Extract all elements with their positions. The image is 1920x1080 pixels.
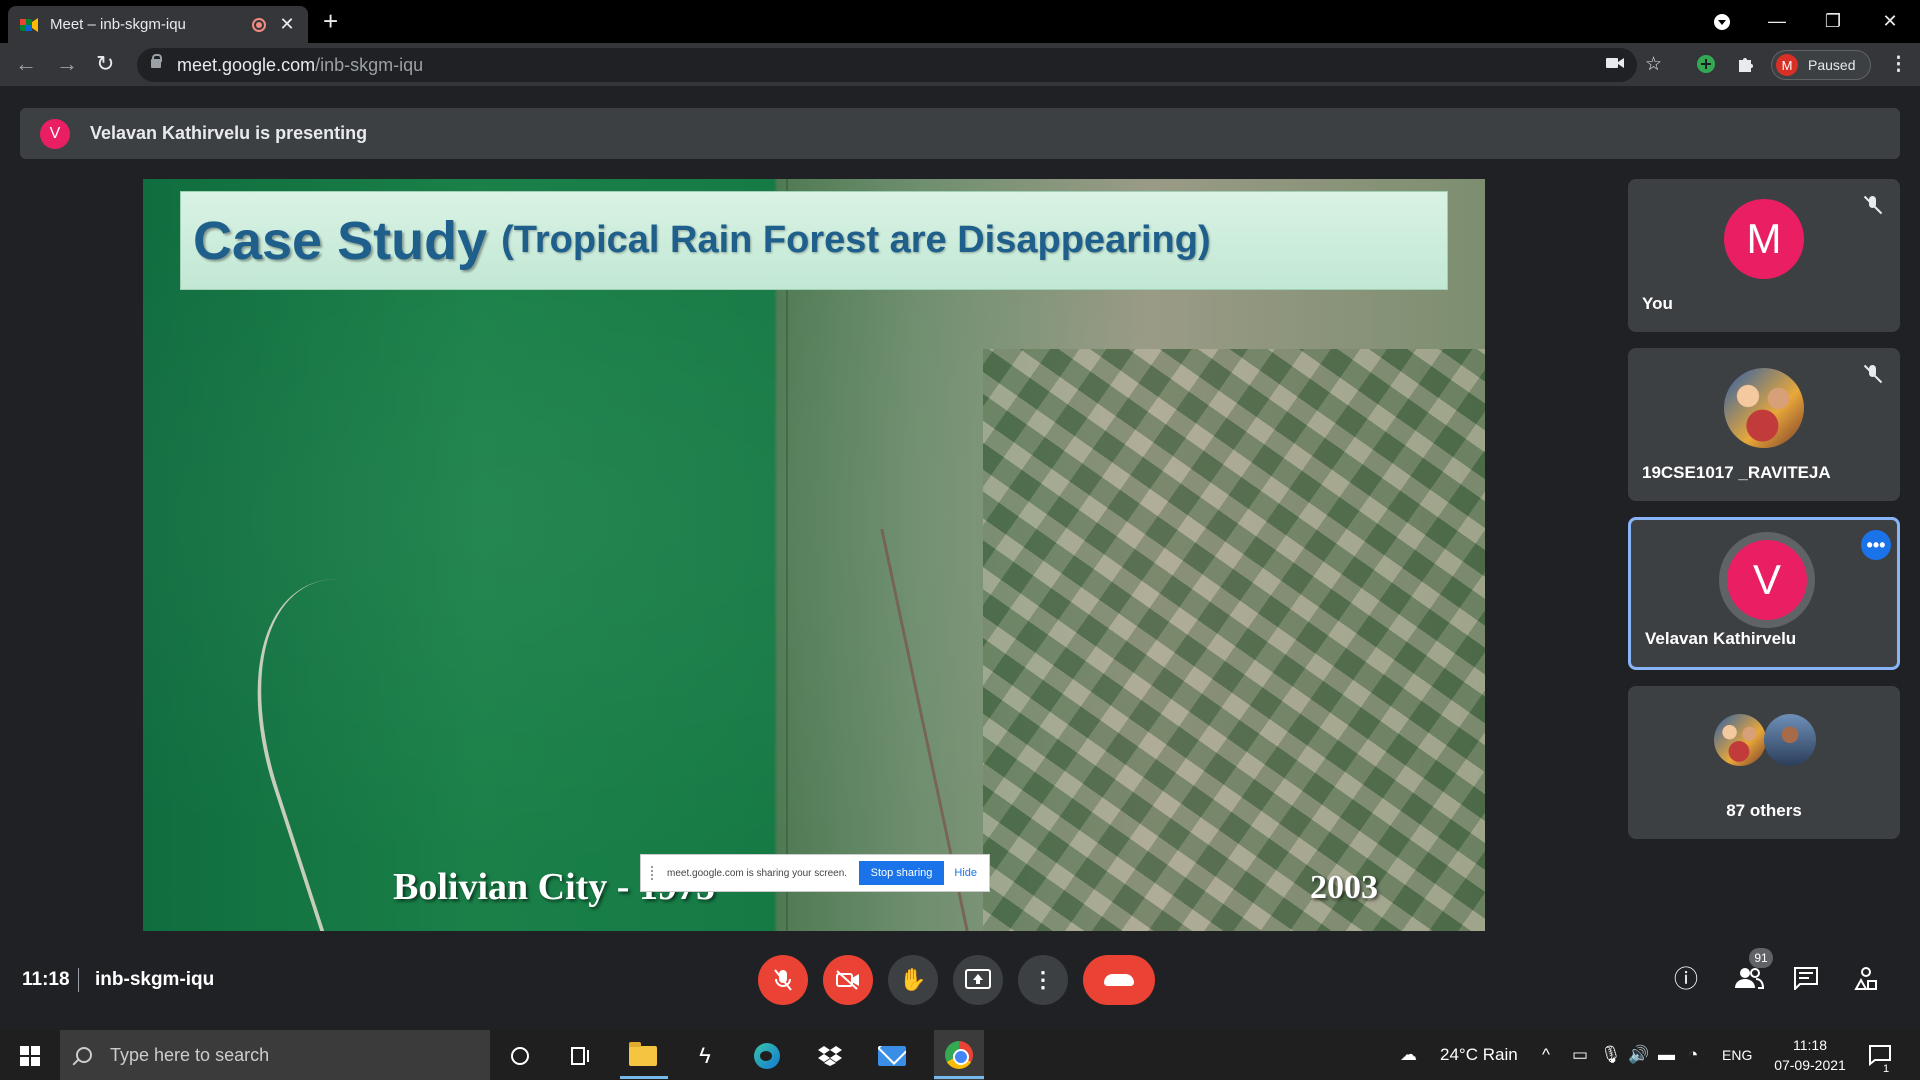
cortana-icon[interactable]	[500, 1040, 540, 1072]
presenting-text: Velavan Kathirvelu is presenting	[90, 123, 368, 143]
mail-icon[interactable]	[872, 1040, 912, 1072]
meeting-details-icon[interactable]: ⓘ	[1674, 966, 1698, 994]
caption-right: 2003	[1310, 869, 1378, 906]
participant-avatar: M	[1724, 199, 1804, 279]
slide-title-box: Case Study (Tropical Rain Forest are Dis…	[180, 191, 1448, 290]
chrome-active-indicator	[934, 1076, 984, 1079]
raise-hand-button[interactable]: ✋	[888, 955, 938, 1005]
microphone-tray-icon[interactable]: 🎙	[1600, 1044, 1622, 1066]
profile-button[interactable]: M Paused	[1771, 50, 1871, 80]
meeting-clock: 11:18	[22, 969, 70, 990]
divider	[78, 968, 79, 992]
shared-screen: Case Study (Tropical Rain Forest are Dis…	[143, 179, 1485, 931]
others-count: 87 others	[1726, 801, 1802, 820]
deforested-area	[983, 349, 1485, 931]
url-path: /inb-skgm-iqu	[315, 54, 424, 75]
chat-icon[interactable]	[1793, 966, 1819, 997]
profile-status: Paused	[1808, 57, 1856, 73]
reload-button[interactable]: ↻	[96, 52, 114, 76]
explorer-active-indicator	[620, 1076, 668, 1079]
meet-favicon-icon	[20, 17, 38, 33]
show-hidden-icons-icon[interactable]: ^	[1542, 1044, 1550, 1066]
participant-name: 19CSE1017 _RAVITEJA	[1642, 463, 1831, 482]
minimize-button[interactable]: —	[1752, 0, 1802, 43]
search-icon	[76, 1047, 92, 1063]
participant-tile-you[interactable]: M You	[1628, 179, 1900, 332]
new-tab-button[interactable]: +	[323, 8, 338, 34]
restore-button[interactable]: ❐	[1808, 0, 1858, 43]
dropbox-icon[interactable]	[810, 1040, 850, 1072]
search-placeholder: Type here to search	[110, 1044, 270, 1065]
participant-tile-velavan[interactable]: V ••• Velavan Kathirvelu	[1628, 517, 1900, 670]
notification-count: 1	[1883, 1063, 1890, 1075]
close-window-button[interactable]: ✕	[1865, 0, 1915, 43]
taskbar-date: 07-09-2021	[1774, 1057, 1846, 1073]
mic-off-icon	[1864, 364, 1882, 386]
browser-tab-strip: Meet – inb-skgm-iqu ✕ + — ❐ ✕	[0, 0, 1920, 43]
mic-toggle-button[interactable]	[758, 955, 808, 1005]
volume-icon[interactable]: 🔊	[1628, 1044, 1649, 1066]
more-options-icon[interactable]: •••	[1861, 530, 1891, 560]
forward-button[interactable]: →	[56, 52, 78, 76]
activities-icon[interactable]	[1853, 966, 1879, 999]
url-bar[interactable]: meet.google.com/inb-skgm-iqu	[137, 48, 1637, 82]
browser-menu-icon[interactable]: ⋮	[1889, 54, 1908, 76]
share-notice-text: meet.google.com is sharing your screen.	[667, 867, 848, 879]
tab-title: Meet – inb-skgm-iqu	[50, 16, 186, 33]
taskbar-clock[interactable]: 11:18 07-09-2021	[1768, 1035, 1852, 1075]
back-button[interactable]: ←	[15, 52, 37, 76]
wifi-icon[interactable]: ◔	[1688, 1044, 1698, 1066]
task-view-icon[interactable]	[560, 1040, 600, 1072]
participant-avatar: V	[1727, 540, 1807, 620]
camera-in-use-icon[interactable]	[1606, 54, 1624, 76]
edge-icon[interactable]	[747, 1040, 787, 1072]
hang-up-icon	[1104, 974, 1134, 986]
stop-sharing-button[interactable]: Stop sharing	[858, 861, 945, 885]
other-avatar-1	[1714, 714, 1766, 766]
file-explorer-icon[interactable]	[623, 1040, 663, 1072]
mic-off-icon	[1864, 195, 1882, 217]
drag-handle-icon[interactable]	[651, 866, 657, 880]
profile-avatar: M	[1776, 54, 1798, 76]
more-options-button[interactable]: ⋮	[1018, 955, 1068, 1005]
presenting-banner: V Velavan Kathirvelu is presenting	[20, 108, 1900, 159]
language-indicator[interactable]: ENG	[1722, 1044, 1752, 1066]
leave-call-button[interactable]	[1083, 955, 1155, 1005]
lock-icon	[151, 54, 162, 71]
tab-search-icon[interactable]	[1697, 0, 1747, 43]
meeting-code: inb-skgm-iqu	[95, 969, 215, 990]
weather-icon[interactable]: ☁	[1400, 1044, 1417, 1066]
participant-name: Velavan Kathirvelu	[1645, 629, 1797, 648]
participant-tile-raviteja[interactable]: 19CSE1017 _RAVITEJA	[1628, 348, 1900, 501]
recording-indicator-icon	[252, 17, 266, 32]
taskbar-time: 11:18	[1793, 1037, 1827, 1053]
other-avatar-2	[1764, 714, 1816, 766]
participant-photo	[1724, 368, 1804, 448]
battery-icon[interactable]: ▬	[1658, 1044, 1675, 1066]
meet-tray-icon[interactable]: ▭	[1572, 1044, 1588, 1066]
tab-close-icon[interactable]: ✕	[278, 14, 296, 35]
url-host: meet.google.com	[177, 54, 316, 75]
participant-tile-others[interactable]: 87 others	[1628, 686, 1900, 839]
weather-text[interactable]: 24°C Rain	[1440, 1044, 1518, 1066]
hide-notice-button[interactable]: Hide	[954, 867, 977, 879]
taskbar-search[interactable]: Type here to search	[60, 1030, 490, 1080]
chrome-icon[interactable]	[934, 1030, 984, 1080]
presenter-avatar: V	[40, 118, 70, 149]
windows-start-icon[interactable]	[20, 1046, 40, 1066]
participant-count-badge: 91	[1749, 948, 1773, 968]
image-divider	[786, 179, 788, 931]
slide-title: Case Study	[193, 210, 488, 271]
slide-subtitle: (Tropical Rain Forest are Disappearing)	[501, 219, 1211, 261]
screen-share-notice: meet.google.com is sharing your screen. …	[640, 854, 990, 892]
app-lightning-icon[interactable]: ϟ	[685, 1040, 725, 1072]
present-screen-button[interactable]	[953, 955, 1003, 1005]
extension-green-icon[interactable]	[1696, 54, 1716, 80]
bookmark-star-icon[interactable]: ☆	[1645, 54, 1662, 76]
participant-name: You	[1642, 294, 1673, 313]
people-icon[interactable]	[1734, 966, 1765, 997]
camera-toggle-button[interactable]	[823, 955, 873, 1005]
browser-tab-meet[interactable]: Meet – inb-skgm-iqu ✕	[8, 6, 308, 43]
extensions-puzzle-icon[interactable]	[1736, 54, 1756, 80]
